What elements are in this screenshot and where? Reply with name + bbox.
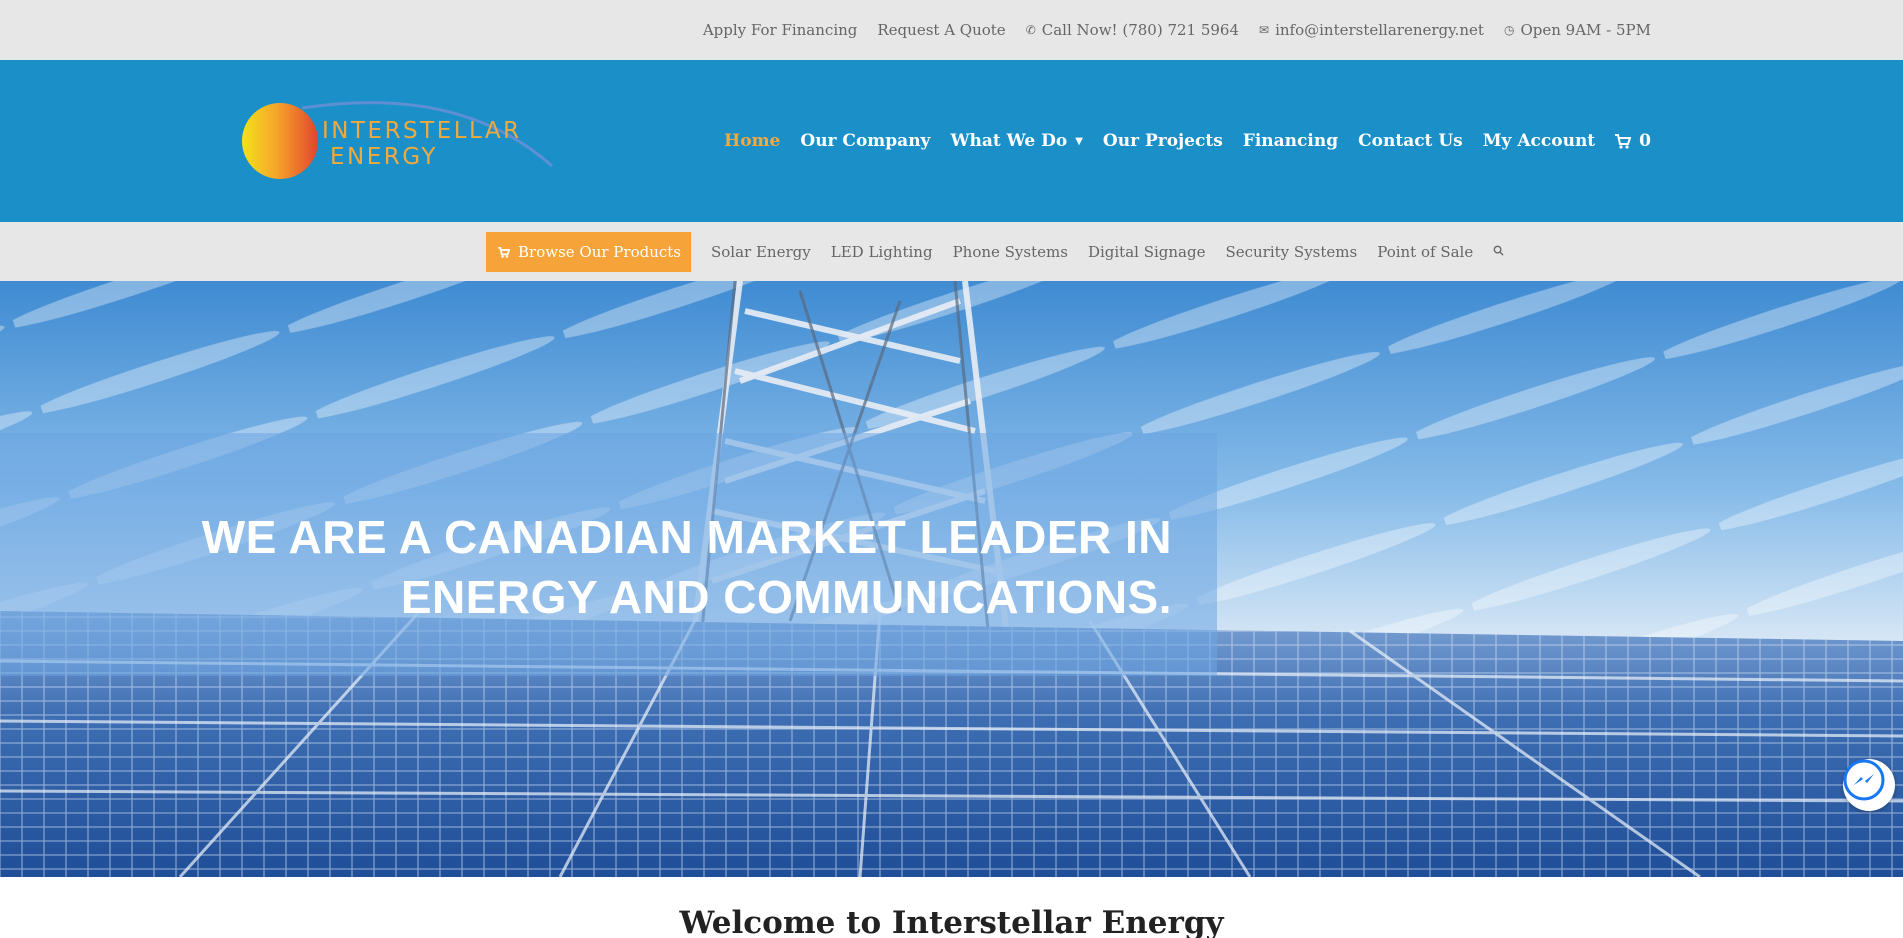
nav-what-we-do-label: What We Do bbox=[950, 131, 1068, 151]
product-nav-point-of-sale[interactable]: Point of Sale bbox=[1367, 243, 1483, 261]
hero-title: WE ARE A CANADIAN MARKET LEADER IN ENERG… bbox=[202, 507, 1172, 627]
email-label: info@interstellarenergy.net bbox=[1275, 21, 1484, 39]
top-bar-links: Apply For Financing Request A Quote ✆ Ca… bbox=[703, 0, 1651, 60]
phone-icon: ✆ bbox=[1025, 23, 1036, 37]
hero-text-box: WE ARE A CANADIAN MARKET LEADER IN ENERG… bbox=[0, 433, 1217, 676]
product-nav-items: Browse Our Products Solar Energy LED Lig… bbox=[486, 232, 1514, 272]
nav-contact-us[interactable]: Contact Us bbox=[1358, 131, 1463, 151]
messenger-icon bbox=[1843, 759, 1885, 801]
nav-home-label: Home bbox=[724, 131, 781, 151]
product-nav-digital-signage[interactable]: Digital Signage bbox=[1078, 243, 1216, 261]
hours-info: ◷ Open 9AM - 5PM bbox=[1504, 21, 1651, 39]
logo-line1: INTERSTELLAR bbox=[322, 118, 522, 144]
nav-financing[interactable]: Financing bbox=[1243, 131, 1338, 151]
request-quote-link[interactable]: Request A Quote bbox=[877, 21, 1005, 39]
cart-icon bbox=[1615, 133, 1632, 149]
product-nav-led-lighting[interactable]: LED Lighting bbox=[821, 243, 943, 261]
hero-title-line1: WE ARE A CANADIAN MARKET LEADER IN bbox=[201, 511, 1172, 563]
apply-financing-label: Apply For Financing bbox=[702, 21, 858, 39]
site-logo[interactable]: INTERSTELLAR ENERGY bbox=[240, 94, 560, 186]
chevron-down-icon: ▼ bbox=[1075, 135, 1083, 147]
nav-my-account[interactable]: My Account bbox=[1483, 131, 1595, 151]
search-icon[interactable] bbox=[1483, 245, 1514, 259]
cart-button[interactable]: 0 bbox=[1615, 131, 1651, 151]
nav-our-company[interactable]: Our Company bbox=[800, 131, 930, 151]
product-nav-solar-energy[interactable]: Solar Energy bbox=[701, 243, 821, 261]
nav-financing-label: Financing bbox=[1242, 131, 1339, 151]
messenger-chat-button[interactable] bbox=[1843, 759, 1895, 811]
cart-count: 0 bbox=[1639, 131, 1651, 151]
nav-what-we-do[interactable]: What We Do ▼ bbox=[950, 131, 1082, 151]
nav-our-projects-label: Our Projects bbox=[1102, 131, 1223, 151]
nav-my-account-label: My Account bbox=[1482, 131, 1596, 151]
browse-products-label: Browse Our Products bbox=[518, 243, 681, 261]
nav-our-projects[interactable]: Our Projects bbox=[1103, 131, 1223, 151]
mail-icon: ✉ bbox=[1259, 23, 1270, 37]
product-nav-security-systems[interactable]: Security Systems bbox=[1215, 243, 1367, 261]
call-now-link[interactable]: ✆ Call Now! (780) 721 5964 bbox=[1026, 21, 1239, 39]
main-nav: Home Our Company What We Do ▼ Our Projec… bbox=[724, 60, 1651, 222]
nav-contact-us-label: Contact Us bbox=[1358, 131, 1463, 151]
email-link[interactable]: ✉ info@interstellarenergy.net bbox=[1259, 21, 1484, 39]
clock-icon: ◷ bbox=[1503, 23, 1515, 37]
hours-label: Open 9AM - 5PM bbox=[1520, 21, 1651, 39]
cart-icon bbox=[498, 246, 510, 258]
browse-products-button[interactable]: Browse Our Products bbox=[486, 232, 691, 272]
welcome-heading: Welcome to Interstellar Energy bbox=[679, 905, 1224, 938]
main-header: INTERSTELLAR ENERGY Home Our Company Wha… bbox=[0, 60, 1903, 222]
call-now-label: Call Now! (780) 721 5964 bbox=[1041, 21, 1240, 39]
top-bar: Apply For Financing Request A Quote ✆ Ca… bbox=[0, 0, 1903, 60]
logo-text: INTERSTELLAR ENERGY bbox=[322, 118, 522, 170]
hero-title-line2: ENERGY AND COMMUNICATIONS. bbox=[400, 571, 1172, 623]
nav-home[interactable]: Home bbox=[724, 131, 780, 151]
nav-our-company-label: Our Company bbox=[800, 131, 931, 151]
request-quote-label: Request A Quote bbox=[877, 21, 1006, 39]
apply-financing-link[interactable]: Apply For Financing bbox=[703, 21, 858, 39]
hero-banner: WE ARE A CANADIAN MARKET LEADER IN ENERG… bbox=[0, 281, 1903, 877]
logo-line2: ENERGY bbox=[330, 144, 438, 170]
product-nav-phone-systems[interactable]: Phone Systems bbox=[943, 243, 1078, 261]
product-nav: Browse Our Products Solar Energy LED Lig… bbox=[0, 222, 1903, 281]
